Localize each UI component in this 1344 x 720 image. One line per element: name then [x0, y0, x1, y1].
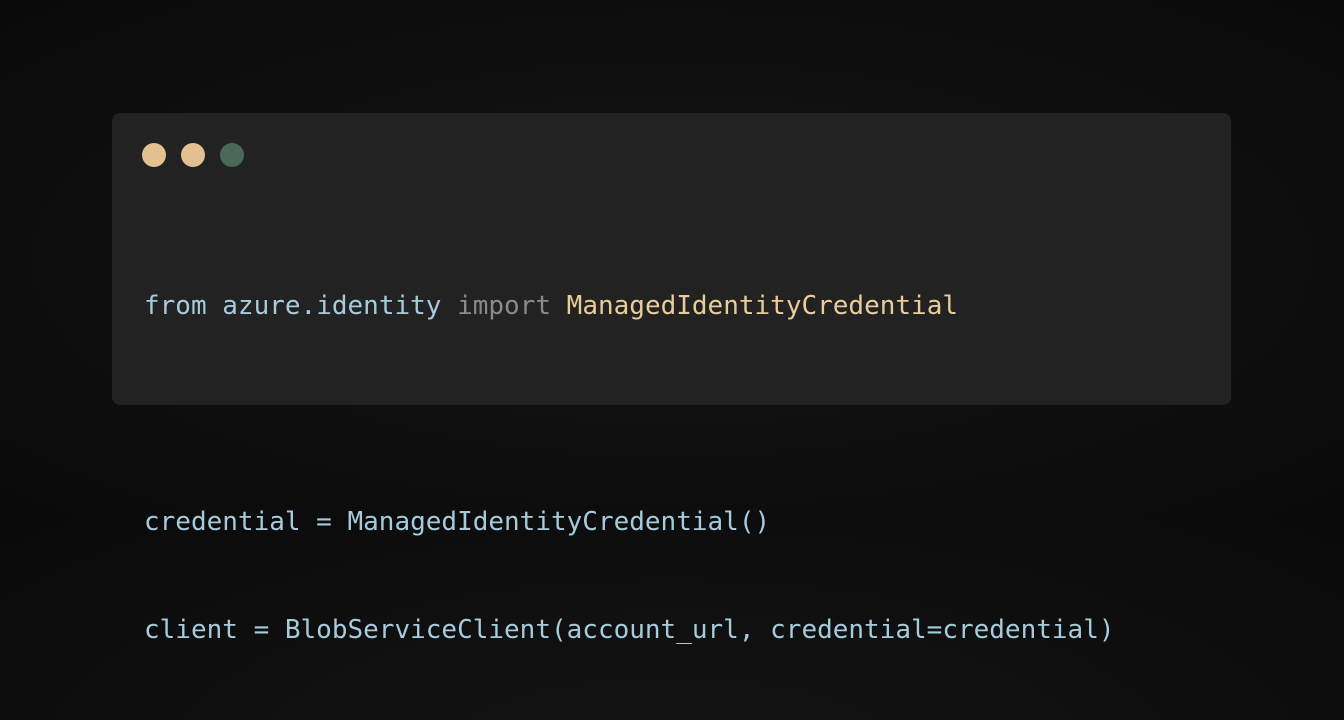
- window-controls: [142, 143, 244, 167]
- code-line-client: client = BlobServiceClient(account_url, …: [144, 615, 1115, 645]
- keyword-from: from: [144, 291, 207, 321]
- maximize-dot-icon[interactable]: [220, 143, 244, 167]
- close-dot-icon[interactable]: [142, 143, 166, 167]
- keyword-import: import: [457, 291, 552, 321]
- code-block: from azure.identity import ManagedIdenti…: [144, 216, 1115, 720]
- code-line-credential: credential = ManagedIdentityCredential(): [144, 507, 771, 537]
- minimize-dot-icon[interactable]: [181, 143, 205, 167]
- imported-class: ManagedIdentityCredential: [566, 291, 959, 321]
- code-window: from azure.identity import ManagedIdenti…: [112, 113, 1231, 645]
- module-name: azure.identity: [222, 291, 442, 321]
- code-line-import: from azure.identity import ManagedIdenti…: [144, 288, 1115, 324]
